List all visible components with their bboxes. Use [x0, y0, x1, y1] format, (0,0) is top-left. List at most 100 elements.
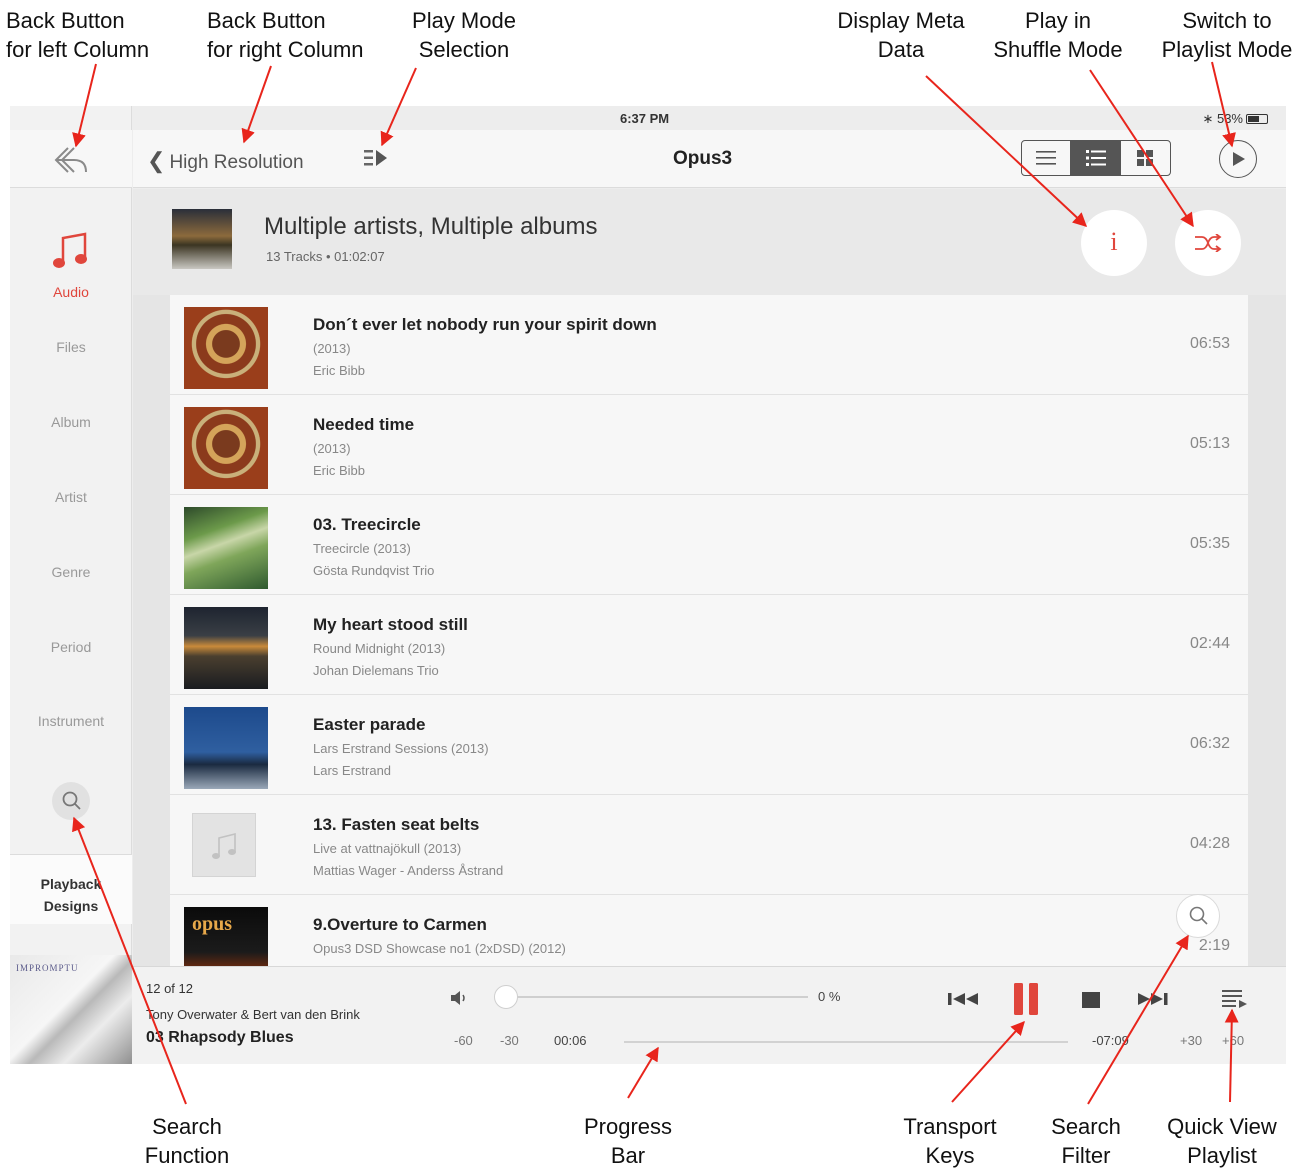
album-art [184, 407, 268, 489]
callout-line: for left Column [6, 37, 150, 62]
play-mode-icon[interactable] [363, 148, 389, 168]
track-row[interactable]: Needed time (2013) Eric Bibb 05:13 [170, 395, 1248, 495]
stop-icon[interactable] [1082, 992, 1100, 1008]
progress-bar[interactable] [624, 1041, 1068, 1043]
group-title: Multiple artists, Multiple albums [264, 213, 598, 240]
callout-line: Progress [583, 1114, 673, 1139]
track-album: Round Midnight (2013) [313, 641, 446, 656]
track-artist: Mattias Wager - Anderss Åstrand [313, 863, 504, 878]
album-art [184, 707, 268, 789]
track-duration: 06:53 [1189, 335, 1230, 352]
music-note-icon [212, 832, 236, 859]
callout-line: Search [152, 1114, 222, 1139]
sidebar-item-audio[interactable]: Audio [10, 284, 132, 300]
track-album: Live at vattnajökull (2013) [313, 841, 462, 856]
list-view-icon [1036, 151, 1057, 165]
view-grid-button[interactable] [1121, 141, 1170, 175]
right-column-header: ❮ High Resolution Opus3 [133, 130, 1286, 188]
sidebar-item-instrument[interactable]: Instrument [10, 713, 132, 729]
next-track-icon[interactable] [1134, 989, 1168, 1009]
status-bar: iPad ≈ 6:37 PM ∗ 53% [10, 106, 1286, 130]
sidebar-item-files[interactable]: Files [10, 339, 132, 355]
view-list-button[interactable] [1022, 141, 1072, 175]
back-left-icon[interactable] [52, 144, 90, 176]
track-row[interactable]: opus 9.Overture to Carmen Opus3 DSD Show… [170, 895, 1248, 966]
sidebar-item-period[interactable]: Period [10, 639, 132, 655]
callout-back-right: Back Button for right Column [207, 6, 364, 64]
shuffle-icon [1195, 234, 1222, 252]
callout-line: Back Button [207, 8, 326, 33]
track-row[interactable]: 03. Treecircle Treecircle (2013) Gösta R… [170, 495, 1248, 595]
callout-line: for right Column [207, 37, 364, 62]
grid-view-icon [1137, 150, 1154, 166]
callout-line: Keys [925, 1143, 975, 1168]
skip-back-60-button[interactable]: -60 [454, 1033, 473, 1048]
track-title: Don´t ever let nobody run your spirit do… [313, 315, 657, 334]
track-artist: Lars Erstrand [313, 763, 392, 778]
status-time: 6:37 PM [620, 111, 670, 126]
track-row[interactable]: My heart stood still Round Midnight (201… [170, 595, 1248, 695]
sidebar-item-artist[interactable]: Artist [10, 489, 132, 505]
track-row[interactable]: 13. Fasten seat belts Live at vattnajöku… [170, 795, 1248, 895]
now-playing-art[interactable]: IMPROMPTU [10, 955, 132, 1064]
renderer-selector[interactable]: Playback Designs [10, 854, 132, 924]
sidebar-item-album[interactable]: Album [10, 414, 132, 430]
track-row[interactable]: Easter parade Lars Erstrand Sessions (20… [170, 695, 1248, 795]
music-note-icon[interactable] [52, 232, 90, 272]
callout-back-left: Back Button for left Column [6, 6, 149, 64]
now-art-text: IMPROMPTU [16, 963, 79, 973]
back-right-button[interactable]: ❮ High Resolution [147, 148, 304, 174]
track-title: Needed time [313, 415, 415, 434]
content-area: Multiple artists, Multiple albums 13 Tra… [133, 189, 1286, 966]
callout-line: Bar [610, 1143, 646, 1168]
back-right-label: High Resolution [169, 152, 304, 173]
bluetooth-icon: ∗ [1202, 111, 1214, 126]
quick-view-playlist-icon[interactable] [1222, 990, 1248, 1010]
previous-track-icon[interactable] [948, 989, 982, 1009]
track-album: (2013) [313, 341, 351, 356]
group-header: Multiple artists, Multiple albums 13 Tra… [133, 189, 1286, 295]
skip-back-30-button[interactable]: -30 [500, 1033, 519, 1048]
track-title: My heart stood still [313, 615, 468, 634]
callout-line: Play Mode [412, 8, 516, 33]
track-duration: 05:13 [1189, 435, 1230, 452]
skip-forward-30-button[interactable]: +30 [1180, 1033, 1202, 1048]
callout-line: Display Meta [837, 8, 965, 33]
volume-icon [451, 991, 465, 1005]
callout-search-filter: Search Filter [1038, 1112, 1134, 1169]
track-row[interactable]: Don´t ever let nobody run your spirit do… [170, 295, 1248, 395]
sidebar-item-genre[interactable]: Genre [10, 564, 132, 580]
pause-icon[interactable] [1014, 983, 1040, 1015]
callout-line: Search [1051, 1114, 1121, 1139]
track-artist: Eric Bibb [313, 363, 366, 378]
callout-line: Data [877, 37, 925, 62]
search-filter-button[interactable] [1176, 894, 1220, 938]
skip-forward-60-button[interactable]: +60 [1222, 1033, 1244, 1048]
callout-line: Shuffle Mode [993, 37, 1123, 62]
callout-line: Playlist [1187, 1143, 1257, 1168]
info-icon: i [1110, 227, 1118, 256]
track-album: Lars Erstrand Sessions (2013) [313, 741, 489, 756]
track-duration: 05:35 [1189, 535, 1230, 552]
playlist-mode-button[interactable] [1219, 140, 1257, 178]
album-art [184, 507, 268, 589]
search-icon [1189, 906, 1208, 925]
view-detail-list-button[interactable] [1071, 141, 1121, 175]
volume-slider[interactable] [504, 996, 808, 998]
status-battery: ∗ 53% [1202, 111, 1268, 127]
track-artist: Gösta Rundqvist Trio [313, 563, 435, 578]
callout-line: Selection [418, 37, 510, 62]
battery-percent: 53% [1216, 111, 1243, 126]
shuffle-button[interactable] [1175, 210, 1241, 276]
remaining-time: -07:09 [1092, 1033, 1129, 1048]
callout-play-mode: Play Mode Selection [402, 6, 526, 64]
search-icon [62, 791, 81, 810]
track-title: Easter parade [313, 715, 426, 734]
meta-data-button[interactable]: i [1081, 210, 1147, 276]
search-button[interactable] [52, 782, 90, 820]
ipad-screen: iPad ≈ 6:37 PM ∗ 53% Audio Files Album A… [10, 106, 1286, 1064]
volume-percent: 0 % [818, 989, 841, 1004]
track-album: Treecircle (2013) [313, 541, 411, 556]
volume-slider-knob[interactable] [494, 985, 518, 1009]
track-title: 03. Treecircle [313, 515, 421, 534]
